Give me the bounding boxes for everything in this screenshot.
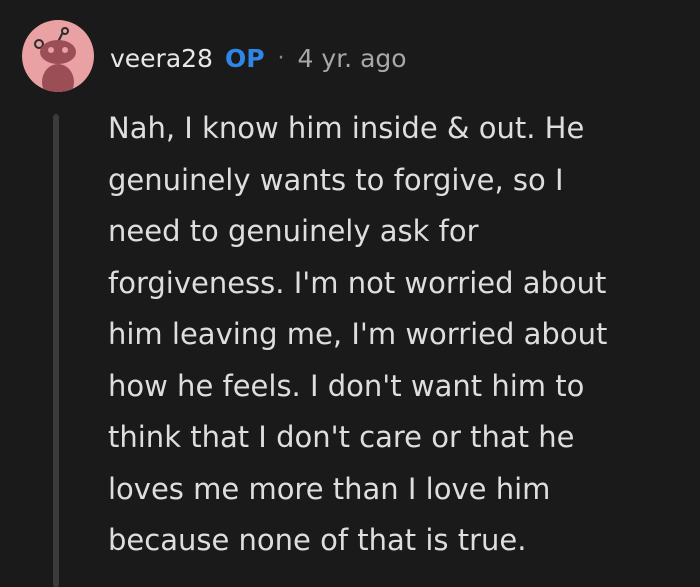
username-link[interactable]: veera28 xyxy=(110,44,213,73)
comment-timestamp[interactable]: 4 yr. ago xyxy=(298,44,407,73)
snoo-avatar-icon[interactable] xyxy=(22,20,94,92)
separator-dot: · xyxy=(277,45,285,71)
comment-body: Nah, I know him inside & out. He genuine… xyxy=(108,111,608,557)
comment: veera28 OP · 4 yr. ago Nah, I know him i… xyxy=(0,0,700,587)
thread-collapse-line[interactable] xyxy=(53,114,59,587)
op-badge: OP xyxy=(224,43,265,73)
comment-header: veera28 OP · 4 yr. ago xyxy=(110,36,407,80)
